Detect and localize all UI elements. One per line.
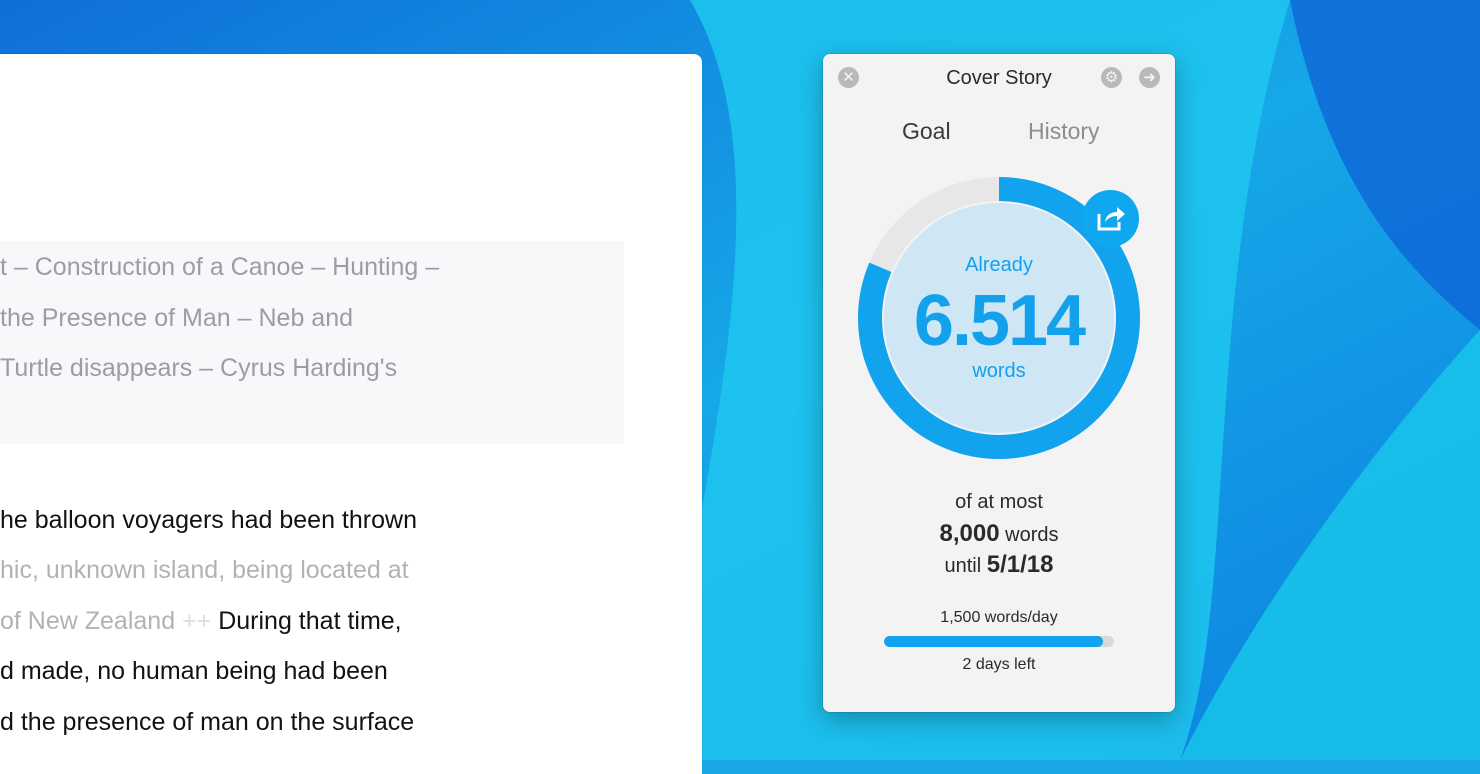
days-progress-bar bbox=[884, 636, 1114, 647]
body-line[interactable]: of New Zealand ++ During that time, bbox=[0, 607, 402, 636]
cover-story-window: ✕ Cover Story ⚙ ➜ Goal History Already 6… bbox=[823, 54, 1175, 712]
share-icon bbox=[1097, 207, 1125, 231]
editor-window: t – Construction of a Canoe – Hunting – … bbox=[0, 54, 702, 774]
gear-icon[interactable]: ⚙ bbox=[1101, 67, 1122, 88]
goal-line: 8,000 words bbox=[823, 520, 1175, 548]
body-line[interactable]: d made, no human being had been bbox=[0, 657, 388, 686]
deadline-date: 5/1/18 bbox=[986, 551, 1054, 578]
title-bar[interactable]: ✕ Cover Story ⚙ ➜ bbox=[823, 54, 1175, 100]
of-at-most-label: of at most bbox=[955, 491, 1043, 513]
days-left: 2 days left bbox=[962, 656, 1036, 673]
goal-unit: words bbox=[1005, 524, 1059, 546]
arrow-right-icon[interactable]: ➜ bbox=[1139, 67, 1160, 88]
body-line-muted[interactable]: hic, unknown island, being located at bbox=[0, 556, 409, 585]
until-label: until bbox=[944, 555, 982, 577]
body-line[interactable]: he balloon voyagers had been thrown bbox=[0, 506, 417, 535]
deadline-line: until 5/1/18 bbox=[823, 551, 1175, 579]
markup-marker: ++ bbox=[182, 607, 212, 635]
tab-history[interactable]: History bbox=[1028, 118, 1100, 145]
word-count: 6.514 bbox=[913, 281, 1086, 361]
summary-line: Turtle disappears – Cyrus Harding's bbox=[0, 354, 398, 382]
already-label: Already bbox=[965, 254, 1033, 276]
summary-line: t – Construction of a Canoe – Hunting – bbox=[0, 253, 440, 281]
word-count-unit: words bbox=[972, 360, 1026, 382]
goal-value: 8,000 bbox=[939, 520, 1000, 547]
tab-goal[interactable]: Goal bbox=[902, 118, 951, 145]
window-title: Cover Story bbox=[946, 67, 1052, 89]
summary-line: the Presence of Man – Neb and bbox=[0, 304, 354, 332]
body-line[interactable]: d the presence of man on the surface bbox=[0, 708, 414, 737]
daily-rate: 1,500 words/day bbox=[940, 609, 1058, 626]
body-segment-muted: of New Zealand bbox=[0, 607, 176, 635]
days-progress-fill bbox=[884, 636, 1103, 647]
body-segment: During that time, bbox=[218, 607, 402, 635]
share-button[interactable] bbox=[1082, 190, 1139, 247]
